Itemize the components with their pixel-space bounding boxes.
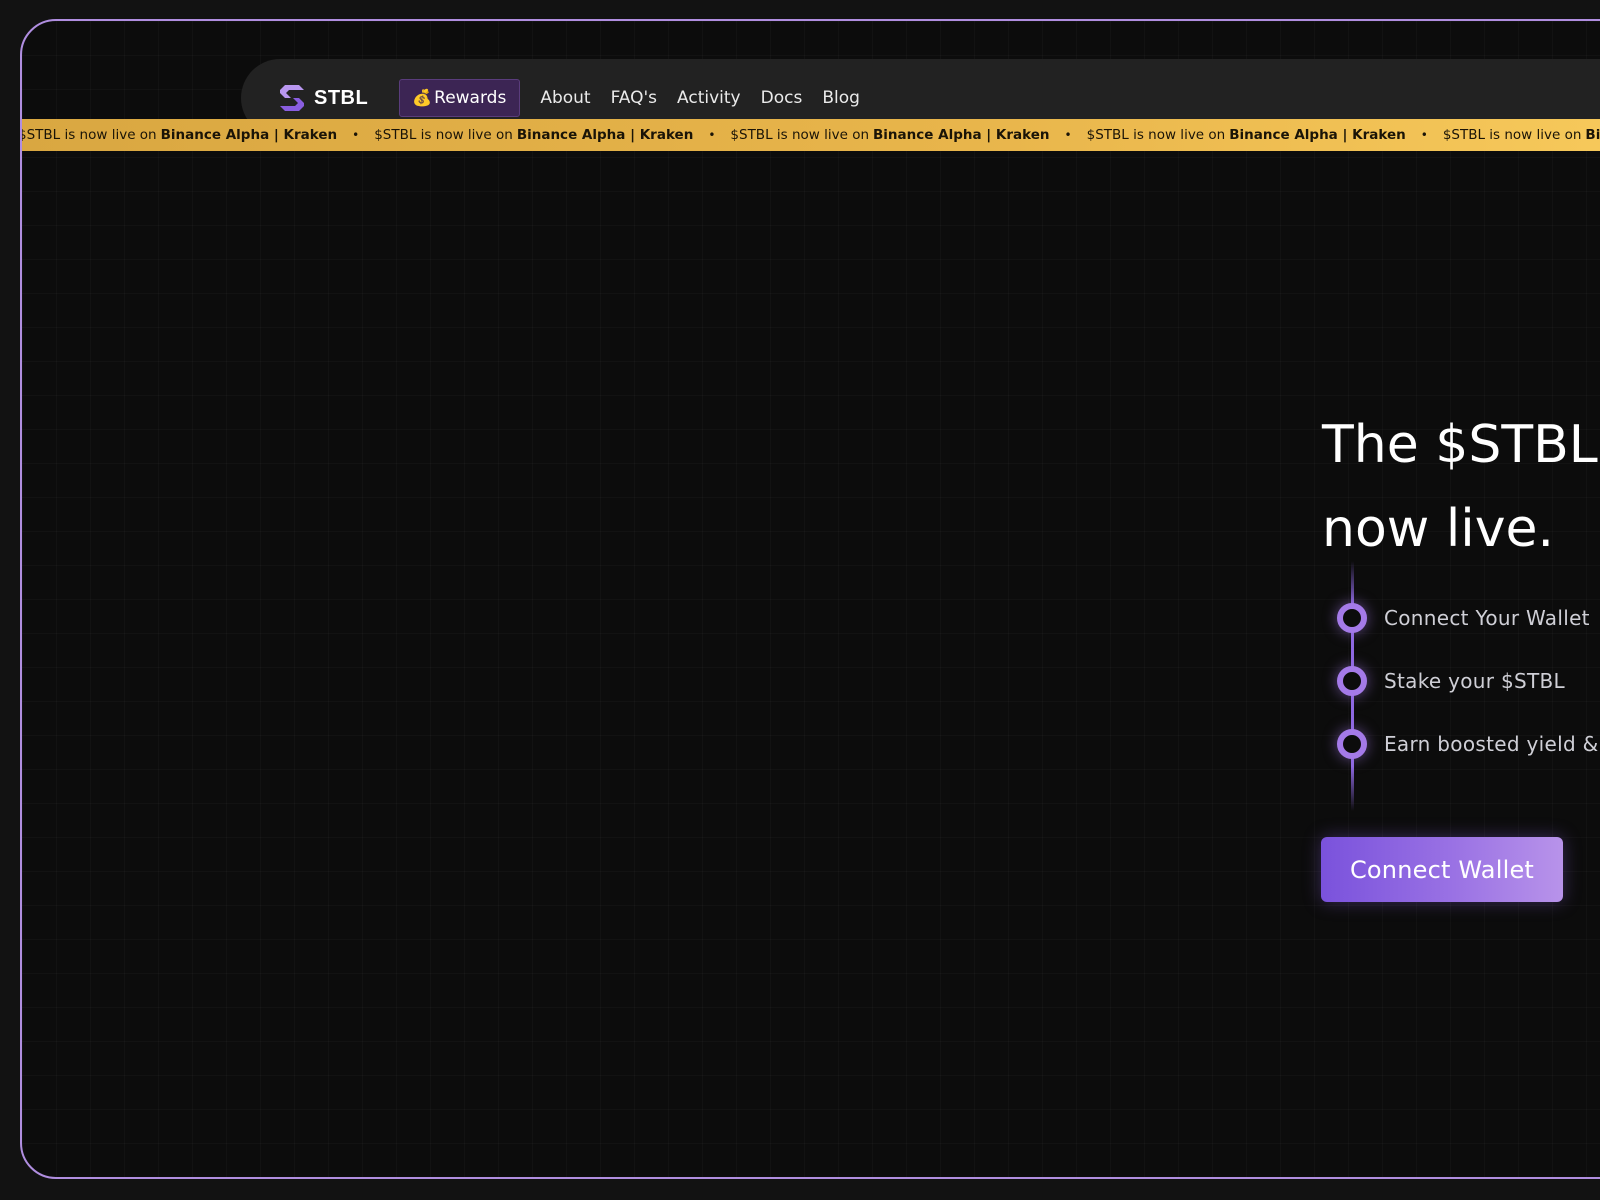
hero-title-line1: The $STBL xyxy=(1322,415,1598,475)
step-stake: Stake your $STBL xyxy=(1337,666,1565,696)
timeline-dot-icon xyxy=(1337,603,1367,633)
ticker-prefix: $STBL is now live on xyxy=(374,127,513,143)
hero-title-line2: now live. xyxy=(1322,499,1555,559)
ticker-prefix: $STBL is now live on xyxy=(730,127,870,143)
money-bag-icon: 💰 xyxy=(412,88,433,107)
step-label: Earn boosted yield & APR xyxy=(1384,732,1600,756)
ticker-track: $STBL is now live on Binance Alpha | Kra… xyxy=(22,127,1600,143)
ticker-highlight: Binance Alpha | Kraken xyxy=(160,127,338,143)
ticker-highlight: Binance Alpha | Kraken xyxy=(1229,127,1406,143)
stbl-logo-icon xyxy=(280,85,304,111)
nav-link-blog[interactable]: Blog xyxy=(822,88,860,108)
ticker-separator: • xyxy=(1064,128,1072,142)
announcement-ticker: $STBL is now live on Binance Alpha | Kra… xyxy=(22,119,1600,151)
nav-link-activity[interactable]: Activity xyxy=(677,88,741,108)
rewards-label: Rewards xyxy=(434,88,507,108)
connect-wallet-button[interactable]: Connect Wallet xyxy=(1321,837,1563,902)
ticker-prefix: $STBL is now live on xyxy=(1086,127,1226,143)
ticker-highlight: Binance Alpha | Kraken xyxy=(516,127,694,143)
logo-text: STBL xyxy=(314,86,369,109)
ticker-item: $STBL is now live on Binance Alpha | Kra… xyxy=(730,127,1049,143)
ticker-highlight: Binance Alpha | Kraken xyxy=(873,127,1050,143)
ticker-separator: • xyxy=(708,128,716,142)
hero-title: The $STBL now live. xyxy=(1322,403,1598,571)
page-frame: STBL 💰 Rewards About FAQ's Activity Docs… xyxy=(20,19,1600,1179)
ticker-item: $STBL is now live on Binance Alpha | Kra… xyxy=(1087,127,1406,143)
step-earn-yield: Earn boosted yield & APR xyxy=(1337,729,1600,759)
nav-link-docs[interactable]: Docs xyxy=(761,88,803,108)
rewards-button[interactable]: 💰 Rewards xyxy=(399,79,521,117)
step-label: Stake your $STBL xyxy=(1384,669,1565,693)
step-label: Connect Your Wallet xyxy=(1384,606,1590,630)
ticker-separator: • xyxy=(1420,128,1428,142)
logo[interactable]: STBL xyxy=(277,83,368,113)
ticker-prefix: $STBL is now live on xyxy=(1442,127,1582,143)
nav-link-faqs[interactable]: FAQ's xyxy=(611,88,657,108)
timeline-dot-icon xyxy=(1337,666,1367,696)
timeline-dot-icon xyxy=(1337,729,1367,759)
ticker-highlight: Binance Alpha | Kraken xyxy=(1585,127,1600,143)
ticker-prefix: $STBL is now live on xyxy=(22,127,157,143)
ticker-item: $STBL is now live on Binance Alpha | Kra… xyxy=(374,127,693,143)
nav-link-about[interactable]: About xyxy=(540,88,590,108)
ticker-item: $STBL is now live on Binance Alpha | Kra… xyxy=(1443,127,1600,143)
step-connect-wallet: Connect Your Wallet xyxy=(1337,603,1590,633)
ticker-item: $STBL is now live on Binance Alpha | Kra… xyxy=(22,127,337,143)
ticker-separator: • xyxy=(352,128,360,142)
